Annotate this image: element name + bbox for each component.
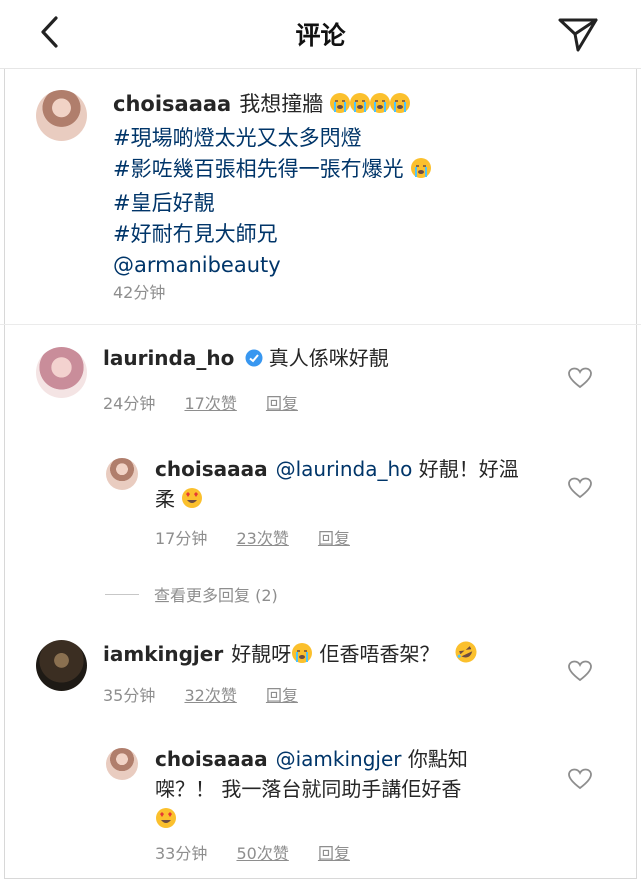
heart-eyes-emoji-icon (155, 807, 177, 837)
mention-link[interactable]: @laurinda_ho (276, 457, 413, 481)
likes-count-link[interactable]: 50次赞 (236, 844, 288, 863)
comment-body: iamkingjer 好靚呀 佢香唔香架？ (103, 639, 478, 672)
username-link[interactable]: laurinda_ho (103, 346, 234, 370)
heart-icon[interactable] (568, 477, 592, 499)
crying-emoji-icon (329, 92, 410, 123)
comment-meta: 35分钟 32次赞 回复 (103, 686, 298, 705)
mention-link[interactable]: @iamkingjer (276, 747, 402, 771)
avatar[interactable] (36, 347, 87, 398)
verified-badge-icon (245, 349, 263, 367)
avatar[interactable] (36, 90, 87, 141)
likes-count-link[interactable]: 17次赞 (184, 394, 236, 413)
view-more-replies-button[interactable]: 查看更多回复 (2) (154, 582, 278, 606)
header-bar: 评论 (0, 0, 641, 69)
username-link[interactable]: choisaaaa (155, 457, 268, 481)
username-link[interactable]: choisaaaa (113, 92, 231, 116)
hashtag-link[interactable]: #現場啲燈太光又太多閃燈 (113, 123, 593, 154)
caption-line-3: #影咗幾百張相先得一張冇爆光 (113, 154, 593, 188)
username-link[interactable]: choisaaaa (155, 747, 268, 771)
post-caption: choisaaaa 我想撞牆 #現場啲燈太光又太多閃燈 #影咗幾百張相先得一張冇爆… (113, 89, 593, 281)
reply-button[interactable]: 回复 (266, 394, 298, 413)
mention-link[interactable]: @armanibeauty (113, 250, 593, 281)
page-title: 评论 (295, 21, 346, 50)
reply-button[interactable]: 回复 (266, 686, 298, 705)
hashtag-link[interactable]: #皇后好靚 (113, 188, 593, 219)
comment-body: laurinda_ho 真人係咪好靚 (103, 346, 389, 370)
likes-count-link[interactable]: 32次赞 (184, 686, 236, 705)
hashtag-link[interactable]: #影咗幾百張相先得一張冇爆光 (113, 157, 404, 181)
caption-line-1: choisaaaa 我想撞牆 (113, 89, 593, 123)
reply-button[interactable]: 回复 (318, 529, 350, 548)
post-timestamp: 42分钟 (113, 283, 166, 302)
view-more-divider (105, 594, 139, 595)
reply-body: choisaaaa @laurinda_ho 好靚！好溫 柔 (155, 454, 519, 517)
hashtag-link[interactable]: #好耐冇見大師兄 (113, 219, 593, 250)
divider (0, 324, 641, 325)
username-link[interactable]: iamkingjer (103, 642, 223, 666)
reply-meta: 17分钟 23次赞 回复 (155, 529, 350, 548)
reply-button[interactable]: 回复 (318, 844, 350, 863)
paper-plane-icon[interactable] (556, 14, 600, 54)
avatar[interactable] (106, 458, 138, 490)
likes-count-link[interactable]: 23次赞 (236, 529, 288, 548)
crying-emoji-icon (291, 642, 313, 672)
heart-icon[interactable] (568, 367, 592, 389)
reply-meta: 33分钟 50次赞 回复 (155, 844, 350, 863)
crying-emoji-icon (410, 157, 432, 188)
avatar[interactable] (106, 748, 138, 780)
rofl-emoji-icon (454, 640, 478, 672)
reply-body: choisaaaa @iamkingjer 你點知 㗎？！ 我一落台就同助手講佢好… (155, 744, 468, 837)
comment-meta: 24分钟 17次赞 回复 (103, 394, 298, 413)
heart-icon[interactable] (568, 660, 592, 682)
avatar[interactable] (36, 640, 87, 691)
heart-icon[interactable] (568, 768, 592, 790)
heart-eyes-emoji-icon (181, 487, 203, 517)
